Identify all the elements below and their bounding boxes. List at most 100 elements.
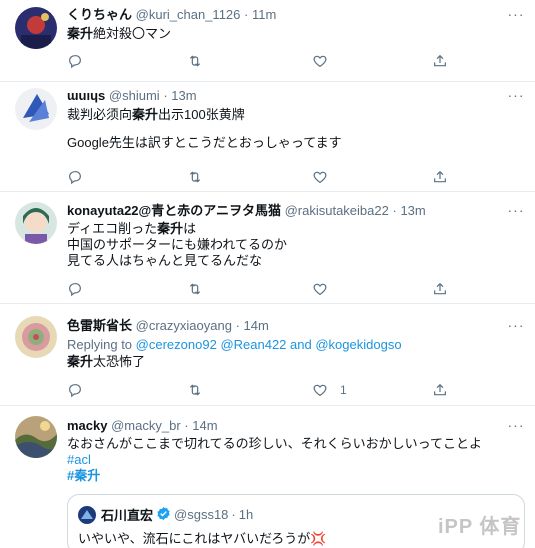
avatar[interactable]: [15, 7, 57, 49]
separator-dot: ·: [244, 7, 249, 22]
tweet-time[interactable]: 14m: [192, 418, 217, 433]
text-segment: ディエコ削った: [67, 221, 158, 236]
replying-label: Replying to: [67, 337, 133, 352]
display-name[interactable]: ɯuıɥs: [67, 88, 105, 103]
display-name[interactable]: konayuta22@青と赤のアニヲタ馬猫: [67, 203, 281, 218]
separator-dot: ·: [392, 203, 397, 218]
replying-to: Replying to @cerezono92 @Rean422 and @ko…: [67, 337, 521, 353]
tweet-header: konayuta22@青と赤のアニヲタ馬猫 @rakisutakeiba22 ·…: [67, 203, 505, 219]
heart-icon: [312, 169, 328, 185]
tweet-header: 色雷斯省长 @crazyxiaoyang · 14m: [67, 318, 505, 334]
mention-link[interactable]: @cerezono92: [136, 337, 217, 352]
heart-icon: [312, 281, 328, 297]
avatar[interactable]: [15, 416, 57, 458]
retweet-icon: [187, 281, 203, 297]
more-icon[interactable]: ···: [507, 7, 525, 25]
tweet-text: Replying to @cerezono92 @Rean422 and @ko…: [67, 337, 521, 370]
more-icon[interactable]: ···: [507, 203, 525, 221]
tweet-text: なおさんがここまで切れてるの珍しい、それくらいおかしいってことよ #acl #秦…: [67, 436, 521, 484]
text-segment: 中国のサポーターにも嫌われてるのか: [67, 237, 287, 252]
share-icon: [432, 382, 448, 398]
retweet-button[interactable]: [187, 381, 203, 399]
tweet-actions: [67, 52, 467, 70]
user-handle[interactable]: @sgss18: [174, 507, 228, 522]
like-button[interactable]: [312, 168, 328, 186]
retweet-button[interactable]: [187, 280, 203, 298]
retweet-icon: [187, 382, 203, 398]
tweet[interactable]: くりちゃん @kuri_chan_1126 · 11m ··· 秦升絶対殺〇マン: [0, 0, 535, 82]
quote-text: いやいや、流石にこれはヤバいだろうが💢: [78, 531, 327, 546]
verified-badge-icon: [156, 506, 171, 524]
retweet-button[interactable]: [187, 168, 203, 186]
retweet-icon: [187, 53, 203, 69]
tweet-text: 裁判必须向秦升出示100张黄牌 Google先生は訳すとこうだとおっしゃってます: [67, 107, 521, 151]
reply-button[interactable]: [67, 52, 83, 70]
share-button[interactable]: [432, 381, 448, 399]
quote-header: 石川直宏 @sgss18 · 1h: [78, 505, 253, 524]
heart-icon: [312, 53, 328, 69]
share-button[interactable]: [432, 52, 448, 70]
reply-button[interactable]: [67, 168, 83, 186]
highlight-keyword: 秦升: [67, 26, 94, 41]
highlight-keyword: 秦升: [132, 107, 159, 122]
user-handle[interactable]: @kuri_chan_1126: [136, 7, 241, 22]
display-name[interactable]: 石川直宏: [101, 505, 153, 524]
hashtag-link[interactable]: #acl: [67, 452, 91, 467]
tweet-time[interactable]: 14m: [244, 318, 269, 333]
tweet-time[interactable]: 13m: [171, 88, 196, 103]
tweet-actions: 1: [67, 381, 467, 399]
user-handle[interactable]: @crazyxiaoyang: [136, 318, 232, 333]
more-icon[interactable]: ···: [507, 318, 525, 336]
avatar[interactable]: [78, 505, 96, 524]
like-button[interactable]: 1: [312, 381, 347, 399]
tweet-time[interactable]: 1h: [239, 507, 253, 522]
tweet[interactable]: konayuta22@青と赤のアニヲタ馬猫 @rakisutakeiba22 ·…: [0, 192, 535, 304]
reply-icon: [67, 169, 83, 185]
user-handle[interactable]: @macky_br: [111, 418, 181, 433]
text-segment: Google先生は訳すとこうだとおっしゃってます: [67, 135, 342, 150]
reply-button[interactable]: [67, 280, 83, 298]
like-count: 1: [340, 383, 347, 397]
tweet-text: 秦升絶対殺〇マン: [67, 26, 521, 42]
share-icon: [432, 169, 448, 185]
separator-dot: ·: [231, 507, 236, 522]
tweet-text: ディエコ削った秦升は 中国のサポーターにも嫌われてるのか 見てる人はちゃんと見て…: [67, 221, 521, 269]
tweet-header: macky @macky_br · 14m: [67, 418, 505, 434]
reply-icon: [67, 281, 83, 297]
tweet-header: くりちゃん @kuri_chan_1126 · 11m: [67, 7, 505, 23]
mention-link[interactable]: @Rean422: [220, 337, 286, 352]
text-segment: 出示100张黄牌: [158, 107, 245, 122]
like-button[interactable]: [312, 52, 328, 70]
user-handle[interactable]: @rakisutakeiba22: [285, 203, 389, 218]
like-button[interactable]: [312, 280, 328, 298]
share-button[interactable]: [432, 280, 448, 298]
retweet-button[interactable]: [187, 52, 203, 70]
more-icon[interactable]: ···: [507, 88, 525, 106]
reply-button[interactable]: [67, 381, 83, 399]
watermark-logo: iPP 体育: [438, 516, 522, 538]
user-handle[interactable]: @shiumi: [109, 88, 160, 103]
avatar[interactable]: [15, 202, 57, 244]
tweet-time[interactable]: 13m: [400, 203, 425, 218]
display-name[interactable]: くりちゃん: [67, 7, 132, 22]
display-name[interactable]: 色雷斯省长: [67, 318, 132, 333]
avatar[interactable]: [15, 316, 57, 358]
share-button[interactable]: [432, 168, 448, 186]
reply-icon: [67, 53, 83, 69]
tweet-actions: [67, 280, 467, 298]
share-icon: [432, 281, 448, 297]
tweet[interactable]: ɯuıɥs @shiumi · 13m ··· 裁判必须向秦升出示100张黄牌 …: [0, 82, 535, 192]
text-segment: 太恐怖了: [93, 354, 146, 369]
separator-dot: ·: [184, 418, 189, 433]
mention-conjunction: and: [290, 337, 312, 352]
mention-link[interactable]: @kogekidogso: [315, 337, 401, 352]
hashtag-link[interactable]: #秦升: [67, 468, 100, 483]
tweet-time[interactable]: 11m: [252, 7, 276, 22]
tweet[interactable]: 色雷斯省长 @crazyxiaoyang · 14m ··· Replying …: [0, 304, 535, 406]
display-name[interactable]: macky: [67, 418, 107, 433]
separator-dot: ·: [163, 88, 168, 103]
separator-dot: ·: [235, 318, 240, 333]
more-icon[interactable]: ···: [507, 418, 525, 436]
avatar[interactable]: [15, 88, 57, 130]
text-segment: 絶対殺〇マン: [93, 26, 172, 41]
